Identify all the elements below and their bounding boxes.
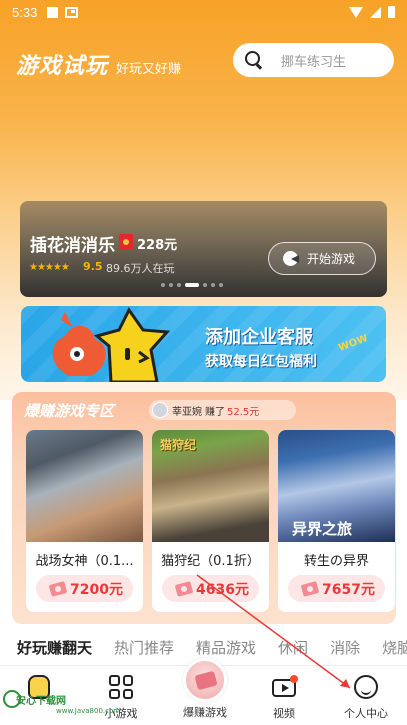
signal-icon [370,6,381,18]
carousel-dot[interactable] [211,283,215,287]
game-card-reward[interactable]: 7657元 [288,575,385,602]
grid-icon [109,675,133,699]
notification-dot [290,675,298,683]
carousel-dot[interactable] [185,283,199,287]
game-card-reward[interactable]: 4636元 [162,575,259,602]
avatar [152,402,168,418]
search-input[interactable]: 挪车练习生 [281,51,346,70]
featured-game-players: 89.6万人在玩 [106,262,175,275]
game-cover-image: 猫狩纪 [152,430,269,542]
game-card-name: 战场女神（0.1... [35,554,134,569]
game-card-price: 4636元 [196,581,249,598]
nav-label: 视频 [273,707,295,720]
tab-earn-big[interactable]: 好玩赚翻天 [17,637,92,658]
game-cover-image [26,430,143,542]
game-card[interactable]: 异界之旅 转生の异界 7657元 [278,430,395,612]
featured-game-reward: 228元 [137,238,178,253]
tab-hot[interactable]: 热门推荐 [114,637,174,658]
status-time: 5:33 [12,4,38,20]
search-box[interactable]: 挪车练习生 [233,43,394,77]
game-card[interactable]: 猫狩纪 猫狩纪（0.1折） 4636元 [152,430,269,612]
ticker-earned-label: 赚了 [205,406,225,418]
notification-icon [47,6,59,18]
carousel-dot[interactable] [177,283,181,287]
carousel-dot[interactable] [169,283,173,287]
red-packet-icon [119,234,133,250]
start-game-label: 开始游戏 [307,252,356,266]
cash-icon [300,580,320,597]
game-icon [283,251,299,266]
game-card-name: 转生の异界 [303,554,369,569]
earnings-ticker: 莘亚婉 赚了 52.5元 [149,400,296,420]
zone-title: 爆赚游戏专区 [24,402,115,420]
watermark-text: 安心下载网 [16,696,66,707]
earn-games-nav-button[interactable] [183,658,227,702]
promo-headline: 添加企业客服 [205,327,313,348]
featured-game-rating: 9.5 [83,260,103,273]
page-subtitle: 好玩又好赚 [116,62,182,77]
tab-puzzle[interactable]: 烧脑 [382,637,407,658]
game-card-price: 7657元 [322,581,375,598]
game-card-price: 7200元 [70,581,123,598]
carousel-dot[interactable] [203,283,207,287]
nav-label-earn-games[interactable]: 爆赚游戏 [163,704,247,720]
mascot-icon [52,307,171,382]
featured-game-banner[interactable]: 插花消消乐 228元 ★★★★★ 9.5 89.6万人在玩 开始游戏 [20,201,387,297]
rating-stars-icon: ★★★★★ [29,262,70,273]
nav-item-video[interactable]: 视频 [249,666,319,725]
carousel-dots[interactable] [161,283,223,287]
game-card[interactable]: 战场女神（0.1... 7200元 [26,430,143,612]
page-header: 游戏试玩 好玩又好赚 [16,48,181,80]
battery-icon [388,6,395,18]
face-icon [354,675,378,699]
customer-service-promo-banner[interactable]: 添加企业客服 获取每日红包福利 [21,306,386,382]
ticker-user-name: 莘亚婉 [172,406,202,418]
watermark-url: www.Java800.com [56,707,121,715]
game-card-name: 猫狩纪（0.1折） [161,554,260,569]
page-title: 游戏试玩 [16,54,109,79]
search-icon[interactable] [245,51,263,69]
earn-games-zone: 爆赚游戏专区 莘亚婉 赚了 52.5元 战场女神（0.1... 7200元 猫狩… [12,392,396,624]
game-card-reward[interactable]: 7200元 [36,575,133,602]
start-game-button[interactable]: 开始游戏 [268,242,376,275]
tab-casual[interactable]: 休闲 [278,637,308,658]
nav-label: 个人中心 [344,707,388,720]
tab-match[interactable]: 消除 [330,637,360,658]
status-bar: 5:33 [0,0,407,24]
carousel-dot[interactable] [219,283,223,287]
promo-subline: 获取每日红包福利 [205,354,317,370]
carousel-dot[interactable] [161,283,165,287]
wifi-icon [349,6,363,18]
tab-premium[interactable]: 精品游戏 [196,637,256,658]
cash-icon [48,580,68,597]
screen-icon [65,6,79,18]
game-cover-image: 异界之旅 [278,430,395,542]
cash-icon [174,580,194,597]
video-icon [272,675,298,697]
game-logo: 猫狩纪 [160,438,197,452]
nav-item-mini-games[interactable]: 小游戏 [86,666,156,725]
game-art-title: 异界之旅 [292,520,353,538]
nav-item-profile[interactable]: 个人中心 [331,666,401,725]
featured-game-title: 插花消消乐 [30,236,115,256]
ticker-amount: 52.5元 [227,406,260,418]
